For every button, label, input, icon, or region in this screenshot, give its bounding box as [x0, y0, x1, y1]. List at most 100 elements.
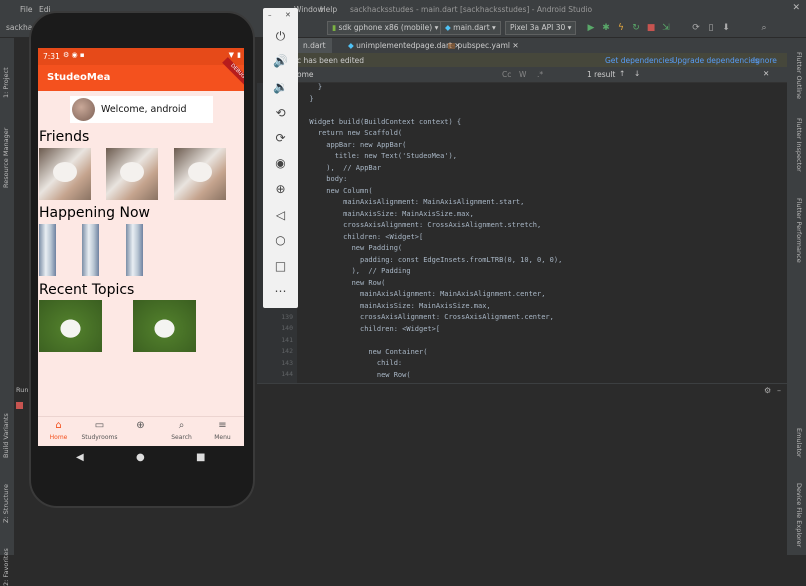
status-time: 7:31	[43, 52, 60, 61]
happening-image[interactable]	[126, 224, 143, 276]
zoom-icon[interactable]: ⊕	[272, 181, 289, 198]
code-line: new Padding(	[301, 244, 403, 252]
section-friends: Friends	[39, 129, 90, 145]
power-icon[interactable]: ⏻	[272, 28, 289, 45]
search-everywhere-icon[interactable]: ⌕	[758, 22, 770, 34]
android-overview-icon[interactable]: ■	[196, 452, 205, 463]
nav-label: Studyrooms	[81, 434, 118, 441]
nav-studyrooms[interactable]: ▭ Studyrooms	[79, 417, 120, 446]
code-line: children: <Widget>[	[301, 232, 424, 241]
emulator-control-bar: – ✕ ⏻ 🔊 🔉 ⟲ ⟳ ◉ ⊕ ◁ ○ □ ⋯	[263, 8, 298, 308]
tool-emulator[interactable]: Emulator	[795, 428, 803, 458]
pubspec-notification: c has been edited Get dependencies Upgra…	[297, 53, 787, 67]
line-number: 142	[281, 347, 293, 355]
whole-word-toggle[interactable]: W	[519, 70, 526, 79]
topic-image[interactable]	[39, 300, 102, 352]
section-happening-now: Happening Now	[39, 205, 150, 221]
upgrade-dependencies-link[interactable]: Upgrade dependencies	[672, 56, 759, 65]
nav-menu[interactable]: ≡ Menu	[202, 417, 243, 446]
code-editor[interactable]: } } Widget build(BuildContext context) {…	[297, 83, 787, 383]
android-back-icon[interactable]: ◀	[76, 452, 84, 463]
run-config-selector[interactable]: ◆ main.dart ▾	[440, 21, 501, 35]
line-number: 144	[281, 370, 293, 378]
stop-icon[interactable]: ■	[645, 22, 657, 34]
nav-search[interactable]: ⌕ Search	[161, 417, 202, 446]
more-icon[interactable]: ⋯	[272, 283, 289, 300]
code-line: }	[301, 94, 314, 103]
welcome-card[interactable]: Welcome, android	[70, 96, 213, 123]
next-match-icon[interactable]: ↓	[634, 69, 640, 78]
run-icon[interactable]: ▶	[585, 22, 597, 34]
device-selector[interactable]: ▮ sdk gphone x86 (mobile) ▾	[327, 21, 444, 35]
code-line: new Column(	[301, 186, 373, 195]
code-line: new Row(	[301, 278, 386, 287]
home-icon[interactable]: ○	[272, 232, 289, 249]
add-circle-icon: ⊕	[136, 420, 145, 431]
search-icon: ⌕	[178, 420, 185, 431]
section-recent-topics: Recent Topics	[39, 282, 135, 298]
debug-icon[interactable]: ✱	[600, 22, 612, 34]
tool-build-variants[interactable]: Build Variants	[2, 413, 10, 458]
regex-toggle[interactable]: .*	[537, 70, 543, 79]
tool-structure[interactable]: Z: Structure	[2, 484, 10, 523]
hot-reload-icon[interactable]: ϟ	[615, 22, 627, 34]
tool-favorites[interactable]: 2: Favorites	[2, 548, 10, 586]
get-dependencies-link[interactable]: Get dependencies	[605, 56, 673, 65]
avd-selector[interactable]: Pixel 3a API 30 ▾	[505, 21, 577, 35]
avd-manager-icon[interactable]: ▯	[705, 22, 717, 34]
volume-up-icon[interactable]: 🔊	[272, 53, 289, 70]
tool-flutter-performance[interactable]: Flutter Performance	[795, 198, 803, 263]
project-label[interactable]: sackha	[6, 23, 32, 32]
rotate-right-icon[interactable]: ⟳	[272, 130, 289, 147]
friend-image[interactable]	[174, 148, 226, 200]
run-tool-label[interactable]: Run	[16, 386, 28, 394]
sdk-manager-icon[interactable]: ⬇	[720, 22, 732, 34]
flutter-icon: ◆	[445, 23, 454, 32]
tool-flutter-inspector[interactable]: Flutter Inspector	[795, 118, 803, 172]
close-find-icon[interactable]: ✕	[763, 69, 769, 78]
back-icon[interactable]: ◁	[272, 207, 289, 224]
close-icon[interactable]: ✕	[792, 3, 800, 13]
nav-add[interactable]: ⊕	[120, 417, 161, 446]
happening-image[interactable]	[82, 224, 99, 276]
tool-resource-manager[interactable]: Resource Manager	[2, 128, 10, 188]
hot-restart-icon[interactable]: ↻	[630, 22, 642, 34]
android-home-icon[interactable]: ●	[136, 452, 145, 463]
app-bar: StudeoMea DEBUG	[38, 57, 244, 91]
bottom-navigation: ⌂ Home ▭ Studyrooms ⊕ ⌕ Search ≡ Menu	[38, 416, 244, 446]
screenshot-icon[interactable]: ◉	[272, 155, 289, 172]
overview-icon[interactable]: □	[272, 258, 289, 275]
happening-image[interactable]	[39, 224, 56, 276]
gradle-sync-icon[interactable]: ⟳	[690, 22, 702, 34]
attach-icon[interactable]: ⇲	[660, 22, 672, 34]
ignore-link[interactable]: Ignore	[753, 56, 777, 65]
prev-match-icon[interactable]: ↑	[619, 69, 625, 78]
code-line: Widget build(BuildContext context) {	[301, 117, 462, 126]
tool-device-file-explorer[interactable]: Device File Explorer	[795, 483, 803, 547]
stop-run-icon[interactable]	[16, 402, 23, 409]
minimize-emulator-icon[interactable]: –	[268, 11, 272, 19]
nav-home[interactable]: ⌂ Home	[38, 417, 79, 446]
match-case-toggle[interactable]: Cc	[502, 70, 511, 79]
search-input[interactable]: ome	[297, 70, 314, 79]
friend-image[interactable]	[106, 148, 158, 200]
line-number: 139	[281, 313, 293, 321]
menu-file[interactable]: File	[20, 5, 33, 14]
friend-image[interactable]	[39, 148, 91, 200]
app-title: StudeoMea	[47, 72, 111, 83]
tool-flutter-outline[interactable]: Flutter Outline	[795, 52, 803, 99]
tab-pubspec[interactable]: ▤ pubspec.yaml ✕	[442, 38, 525, 53]
minimize-icon[interactable]: –	[777, 386, 781, 395]
settings-gear-icon[interactable]: ⚙	[764, 386, 771, 395]
tab-main-dart[interactable]: n.dart	[297, 38, 332, 53]
code-line: mainAxisSize: MainAxisSize.max,	[301, 301, 491, 310]
close-emulator-icon[interactable]: ✕	[285, 11, 291, 19]
topic-image[interactable]	[133, 300, 196, 352]
search-result-count: 1 result	[587, 70, 616, 79]
menu-help[interactable]: Help	[320, 5, 337, 14]
volume-down-icon[interactable]: 🔉	[272, 79, 289, 96]
code-line: crossAxisAlignment: CrossAxisAlignment.s…	[301, 221, 542, 229]
rotate-left-icon[interactable]: ⟲	[272, 105, 289, 122]
avatar[interactable]	[72, 98, 95, 121]
tool-project[interactable]: 1: Project	[2, 67, 10, 98]
